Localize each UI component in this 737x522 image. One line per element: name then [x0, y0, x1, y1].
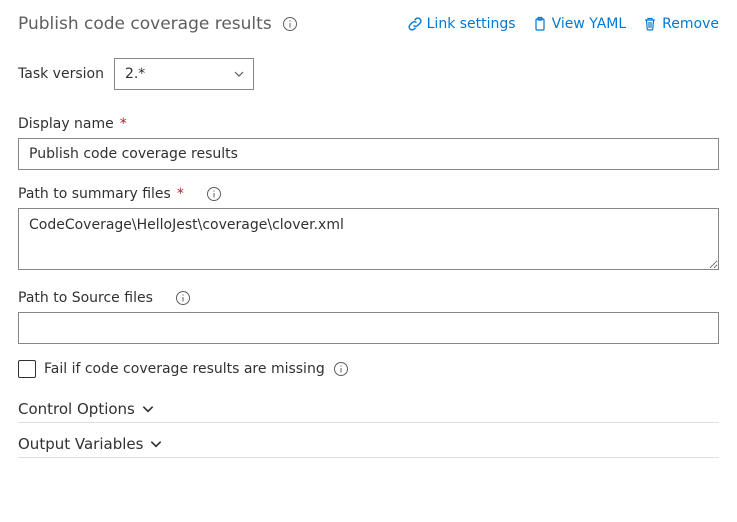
chevron-down-icon [141, 402, 155, 416]
info-icon[interactable] [206, 186, 222, 202]
control-options-section[interactable]: Control Options [18, 400, 719, 423]
display-name-label: Display name [18, 116, 114, 132]
trash-icon [642, 16, 658, 32]
info-icon[interactable] [282, 16, 298, 32]
path-summary-label: Path to summary files [18, 186, 171, 202]
clipboard-icon [532, 16, 548, 32]
view-yaml-label: View YAML [552, 16, 627, 32]
remove-label: Remove [662, 16, 719, 32]
path-summary-field: Path to summary files * [18, 186, 719, 274]
fail-missing-label: Fail if code coverage results are missin… [44, 361, 325, 377]
path-summary-input[interactable] [18, 208, 719, 270]
view-yaml-button[interactable]: View YAML [532, 16, 627, 32]
chevron-down-icon [233, 68, 245, 80]
chevron-down-icon [149, 437, 163, 451]
task-version-select[interactable]: 2.* [114, 58, 254, 90]
display-name-field: Display name * [18, 116, 719, 170]
remove-button[interactable]: Remove [642, 16, 719, 32]
path-source-input[interactable] [18, 312, 719, 344]
link-settings-label: Link settings [427, 16, 516, 32]
fail-missing-row: Fail if code coverage results are missin… [18, 360, 719, 378]
path-source-label: Path to Source files [18, 290, 153, 306]
link-settings-button[interactable]: Link settings [407, 16, 516, 32]
display-name-input[interactable] [18, 138, 719, 170]
task-version-row: Task version 2.* [18, 58, 719, 90]
path-source-field: Path to Source files [18, 290, 719, 344]
task-version-value: 2.* [125, 66, 145, 82]
info-icon[interactable] [175, 290, 191, 306]
required-marker: * [177, 186, 184, 202]
panel-title: Publish code coverage results [18, 14, 272, 34]
output-variables-label: Output Variables [18, 435, 143, 453]
output-variables-section[interactable]: Output Variables [18, 435, 719, 458]
fail-missing-checkbox[interactable] [18, 360, 36, 378]
control-options-label: Control Options [18, 400, 135, 418]
info-icon[interactable] [333, 361, 349, 377]
task-version-label: Task version [18, 66, 104, 82]
required-marker: * [120, 116, 127, 132]
panel-header: Publish code coverage results Link setti… [18, 14, 719, 34]
link-icon [407, 16, 423, 32]
